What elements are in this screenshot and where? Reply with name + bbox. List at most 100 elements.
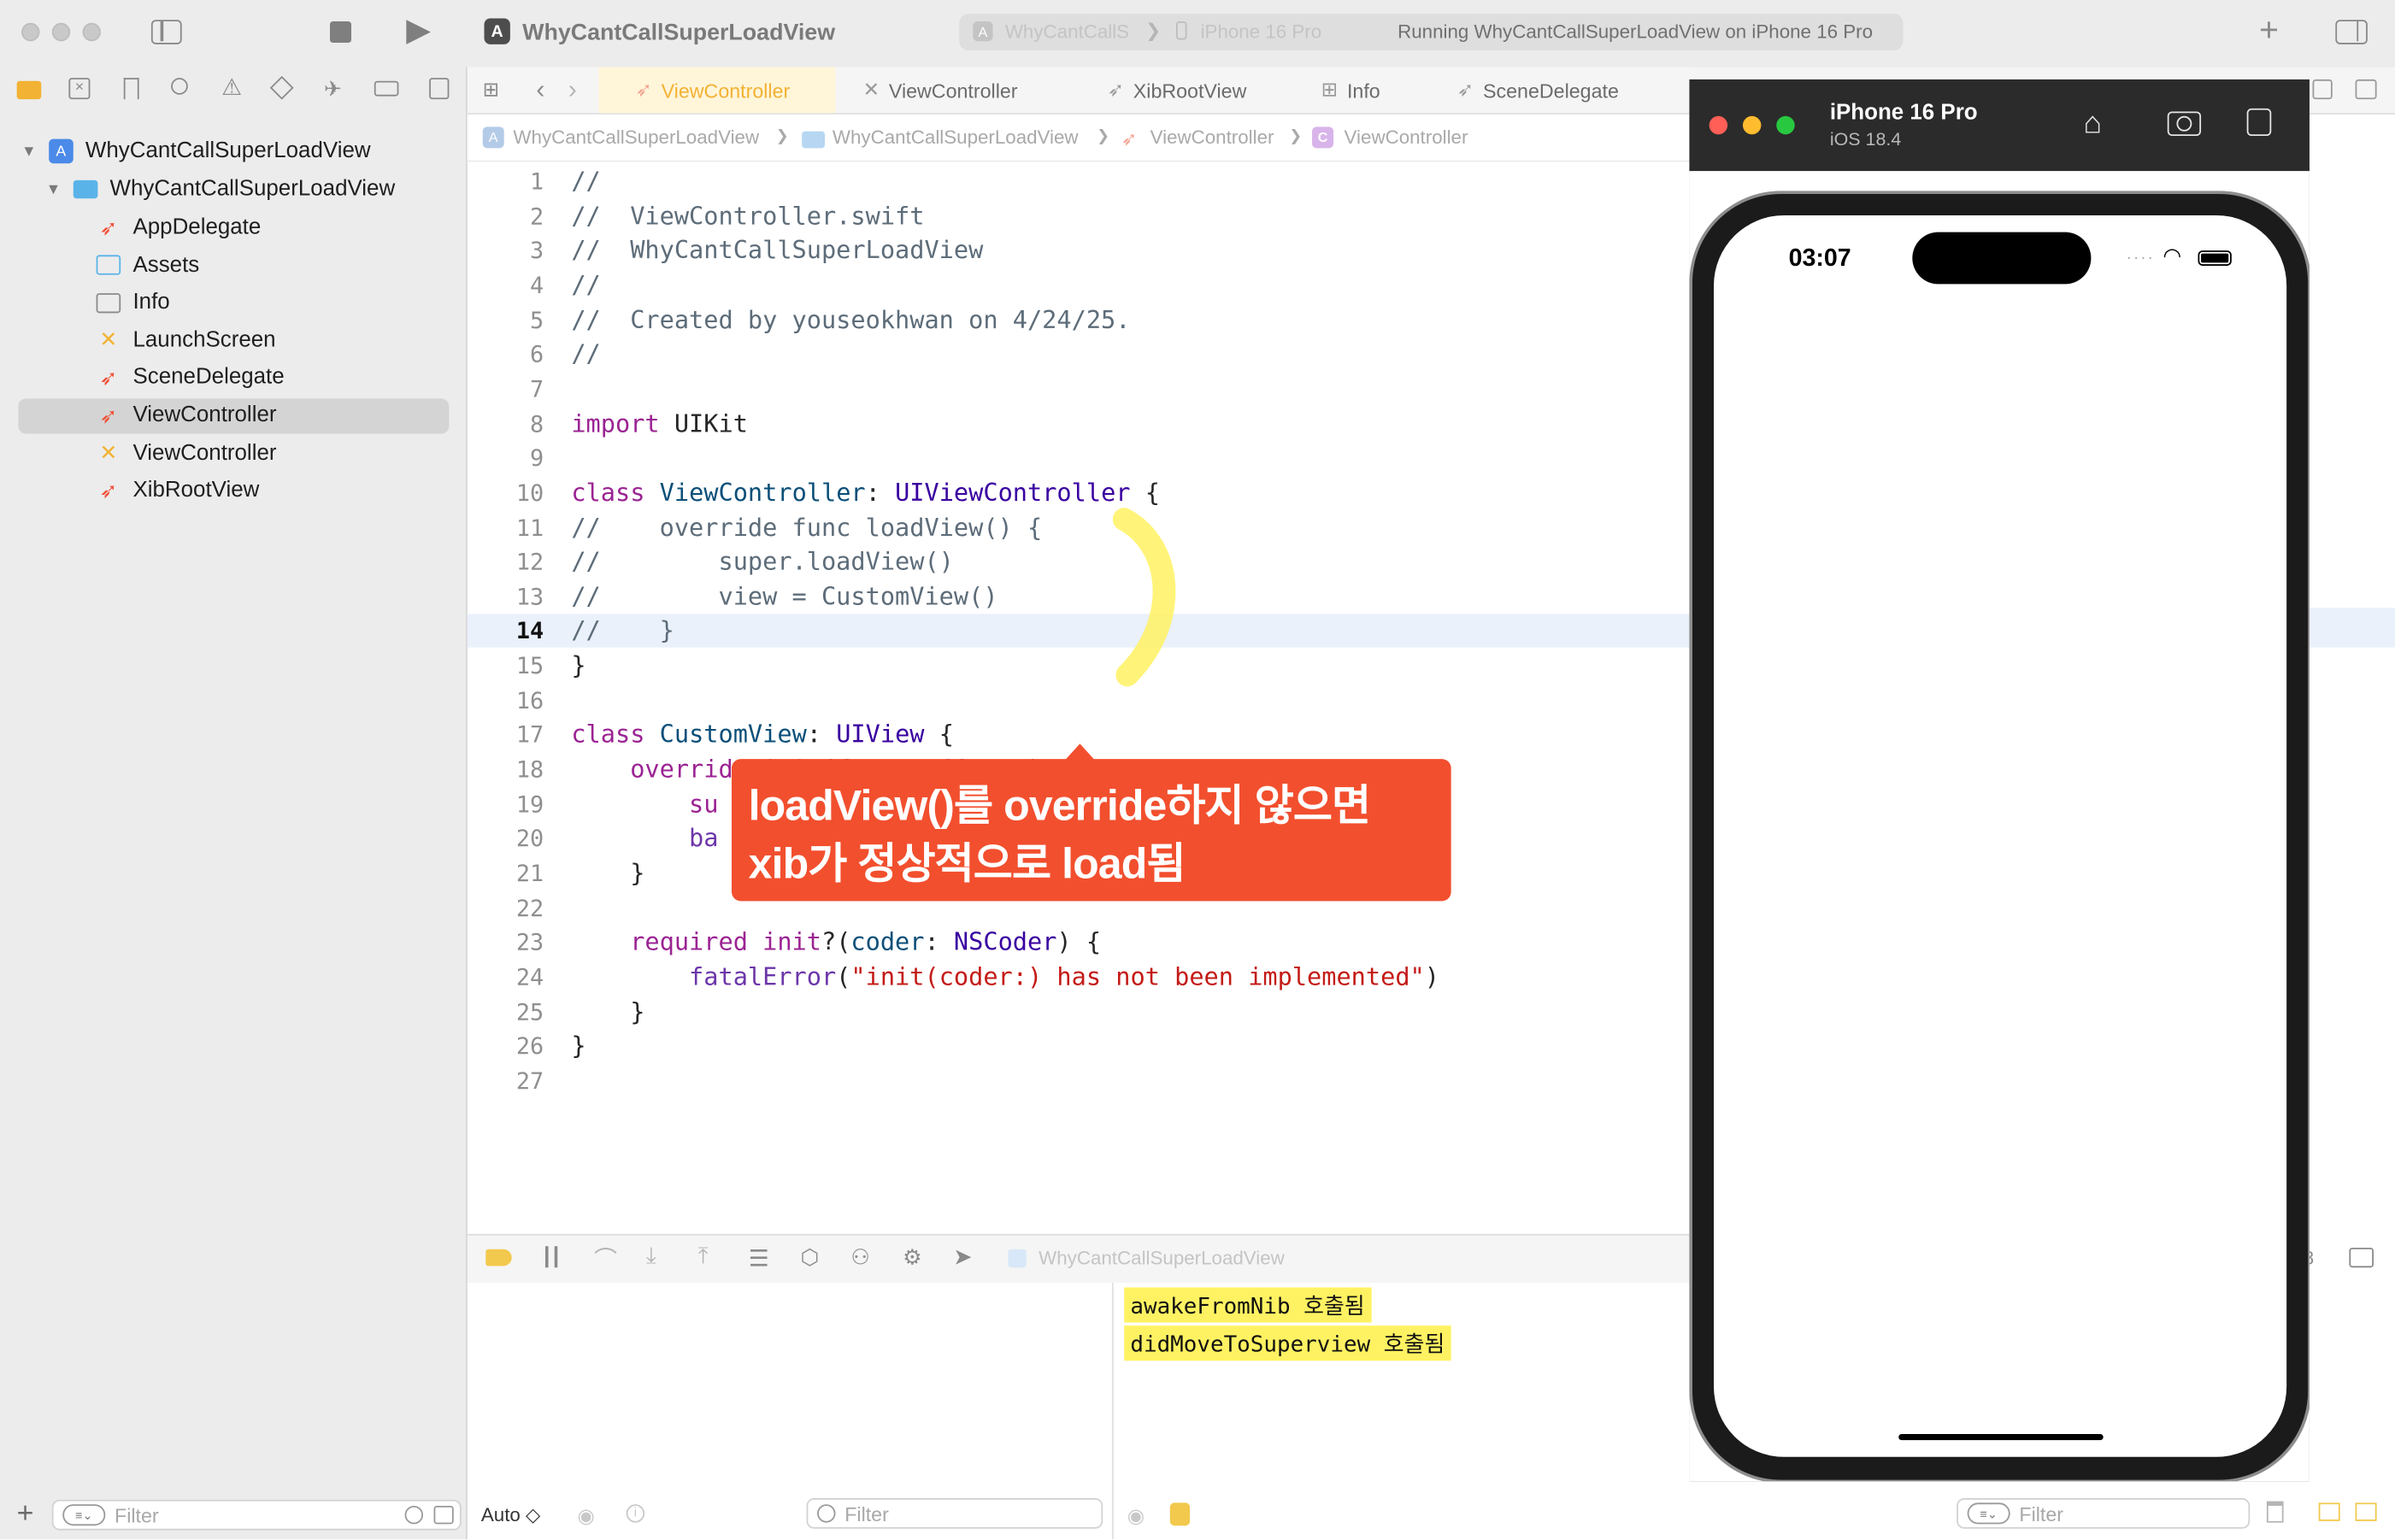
step-over-icon[interactable]: ⌒: [594, 1243, 617, 1276]
chevron-right-icon: ❯: [1145, 20, 1162, 42]
variables-filter[interactable]: Filter: [806, 1498, 1103, 1529]
eye-icon[interactable]: ◉: [577, 1504, 594, 1529]
assets-icon: [96, 255, 121, 275]
scm-filter-icon[interactable]: [433, 1505, 454, 1525]
swift-icon: ➶: [99, 477, 118, 503]
sidebar-toggle-icon[interactable]: [150, 20, 182, 44]
left-pane-toggle-icon[interactable]: [2318, 1502, 2340, 1521]
minimize-window-button[interactable]: [51, 22, 71, 42]
filter-icon[interactable]: ≡⌄: [62, 1504, 106, 1526]
screenshot-icon[interactable]: [2167, 111, 2202, 137]
breadcrumb-file[interactable]: ViewController: [1150, 126, 1274, 148]
hide-debug-area-icon[interactable]: [2349, 1247, 2374, 1268]
stop-icon[interactable]: [329, 21, 352, 44]
filter-icon[interactable]: ≡⌄: [1967, 1502, 2010, 1525]
search-icon[interactable]: [171, 78, 188, 95]
editor-tab[interactable]: ✕ ViewController: [844, 68, 1036, 114]
console-output-icon[interactable]: [1169, 1502, 1191, 1526]
sim-close-button[interactable]: [1709, 115, 1728, 135]
sim-zoom-button[interactable]: [1776, 115, 1795, 135]
add-file-icon[interactable]: +: [17, 1498, 34, 1531]
chevron-right-icon: ❯: [775, 128, 789, 145]
line-number: 8: [530, 409, 544, 438]
code-token: // WhyCantCallSuperLoadView: [571, 235, 984, 265]
memory-graph-icon[interactable]: ⚇: [850, 1244, 869, 1270]
navigator-filter[interactable]: ≡⌄ Filter: [51, 1499, 462, 1531]
breadcrumb-group[interactable]: WhyCantCallSuperLoadView: [833, 126, 1079, 148]
environment-icon[interactable]: ⚙: [903, 1244, 921, 1270]
zoom-window-button[interactable]: [82, 22, 101, 42]
file-row[interactable]: Assets: [96, 247, 199, 284]
editor-tab[interactable]: ➶ SceneDelegate: [1439, 68, 1637, 114]
warning-icon[interactable]: ⚠: [221, 75, 242, 101]
grid-icon[interactable]: ⊞: [483, 79, 504, 101]
right-pane-toggle-icon[interactable]: [2355, 1502, 2377, 1521]
breadcrumb-symbol[interactable]: ViewController: [1345, 126, 1468, 148]
eye-icon[interactable]: ◉: [1127, 1504, 1145, 1529]
file-row[interactable]: ✕ ViewController: [97, 435, 276, 472]
activity-view[interactable]: A WhyCantCallS ❯ iPhone 16 Pro Running W…: [959, 14, 1904, 50]
source-control-icon[interactable]: ×: [68, 78, 91, 100]
inspector-toggle-icon[interactable]: [2335, 20, 2368, 44]
run-icon[interactable]: [406, 20, 431, 44]
swift-icon: ➶: [1107, 78, 1125, 101]
back-icon[interactable]: ‹: [536, 75, 544, 106]
info-icon[interactable]: i: [626, 1504, 645, 1523]
file-row[interactable]: Info: [96, 285, 170, 321]
file-row[interactable]: ➶ ViewController: [97, 397, 276, 434]
recent-icon[interactable]: [404, 1505, 423, 1525]
test-icon[interactable]: [269, 75, 294, 100]
breakpoints-toggle-icon[interactable]: [485, 1249, 512, 1267]
editor-tab[interactable]: ⊞ Info: [1303, 68, 1398, 114]
auto-variables-menu[interactable]: Auto ◇: [481, 1502, 540, 1525]
line-number: 27: [515, 1067, 544, 1096]
destination-label[interactable]: iPhone 16 Pro: [1201, 21, 1322, 43]
scheme-label[interactable]: WhyCantCallS: [1005, 21, 1129, 43]
view-hierarchy-icon[interactable]: ☰: [749, 1244, 769, 1272]
location-icon[interactable]: ➤: [953, 1243, 972, 1270]
folder-icon[interactable]: [16, 80, 42, 100]
split-editor-icon[interactable]: [2355, 79, 2377, 100]
breakpoint-icon[interactable]: [374, 80, 399, 97]
console-output[interactable]: awakeFromNib 호출됨 didMoveToSuperview 호출됨: [1124, 1287, 1451, 1361]
editor-tab[interactable]: ➶ XibRootView: [1089, 68, 1265, 114]
file-name: SceneDelegate: [132, 365, 285, 391]
project-row[interactable]: ▼ A WhyCantCallSuperLoadView: [21, 132, 371, 169]
editor-options-icon[interactable]: [2312, 79, 2333, 100]
disclosure-icon[interactable]: ▼: [21, 143, 37, 160]
close-window-button[interactable]: [21, 22, 40, 42]
add-icon[interactable]: +: [2259, 13, 2279, 47]
file-row[interactable]: ✕ LaunchScreen: [97, 322, 275, 359]
report-icon[interactable]: [429, 78, 450, 100]
step-out-icon[interactable]: ⤒: [698, 1243, 709, 1269]
iphone-frame: 03:07 ···· ◠: [1692, 193, 2309, 1480]
code-token: //: [571, 339, 601, 369]
callout-line-2: xib가 정상적으로 load됨: [748, 839, 1186, 888]
process-label[interactable]: WhyCantCallSuperLoadView: [1039, 1248, 1285, 1269]
file-row[interactable]: ➶ SceneDelegate: [97, 360, 285, 397]
line-number: 21: [515, 860, 544, 888]
3d-view-icon[interactable]: ⬡: [800, 1244, 819, 1270]
group-row[interactable]: ▼ WhyCantCallSuperLoadView: [46, 171, 396, 208]
rotate-icon[interactable]: [2246, 108, 2272, 137]
debug-split-divider[interactable]: [1111, 1283, 1114, 1540]
code-token: }: [571, 858, 645, 888]
disclosure-icon[interactable]: ▼: [46, 181, 62, 198]
editor-tab[interactable]: ➶ ViewController: [598, 67, 836, 114]
breadcrumb-project[interactable]: WhyCantCallSuperLoadView: [513, 126, 759, 148]
console-filter[interactable]: ≡⌄ Filter: [1957, 1498, 2251, 1529]
debug-icon[interactable]: ✈: [324, 76, 342, 102]
forward-icon[interactable]: ›: [568, 75, 577, 106]
step-in-icon[interactable]: ⤓: [646, 1243, 656, 1269]
file-row[interactable]: ➶ XibRootView: [97, 473, 259, 509]
sim-minimize-button[interactable]: [1742, 115, 1762, 135]
code-token: ) {: [1056, 927, 1102, 957]
home-icon[interactable]: ⌂: [2083, 107, 2102, 142]
file-row[interactable]: ➶ AppDelegate: [97, 209, 261, 246]
iphone-screen[interactable]: 03:07 ···· ◠: [1714, 215, 2287, 1457]
filter-icon[interactable]: [817, 1504, 836, 1523]
trash-icon[interactable]: [2266, 1501, 2284, 1523]
bookmark-icon[interactable]: [123, 78, 139, 100]
pause-icon[interactable]: [544, 1246, 558, 1268]
